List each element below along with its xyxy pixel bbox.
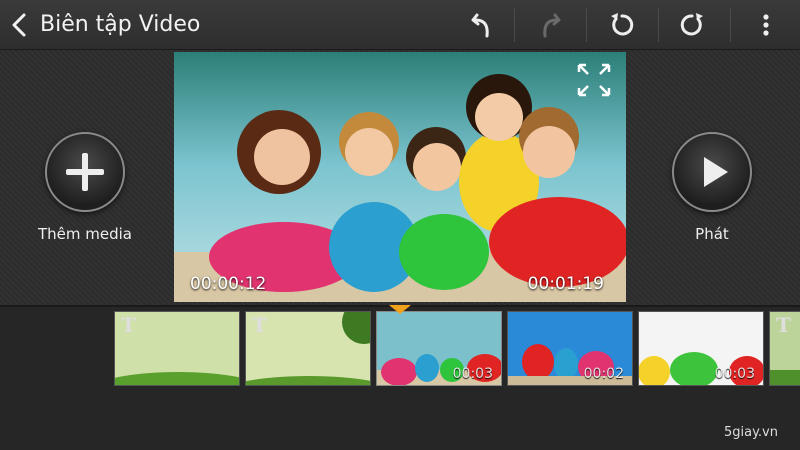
- undo-icon: [471, 13, 489, 38]
- add-media-label: Thêm media: [38, 225, 132, 243]
- add-media-button[interactable]: [45, 132, 125, 212]
- divider: [514, 8, 515, 42]
- rotate-right-button[interactable]: [672, 5, 712, 45]
- timeline-clip[interactable]: 00:02: [507, 311, 633, 386]
- fullscreen-icon: [577, 63, 611, 97]
- timeline-clip[interactable]: 00:03: [638, 311, 764, 386]
- redo-button[interactable]: [530, 5, 570, 45]
- timeline-clip[interactable]: T: [245, 311, 371, 386]
- playhead-marker[interactable]: [389, 305, 411, 314]
- divider: [730, 8, 731, 42]
- rotate-left-button[interactable]: [602, 5, 642, 45]
- rotate-right-icon: [680, 13, 703, 36]
- timeline-clip[interactable]: T: [769, 311, 800, 386]
- video-preview[interactable]: 00:00:12 00:01:19: [174, 52, 626, 302]
- divider: [658, 8, 659, 42]
- clip-duration: 00:02: [583, 366, 624, 382]
- clip-duration: 00:03: [452, 366, 493, 382]
- title-clip-icon: T: [252, 313, 267, 337]
- timeline-strip[interactable]: T T 00:03 00:02 00:03 T 5giay.vn: [0, 305, 800, 450]
- undo-button[interactable]: [462, 5, 502, 45]
- title-clip-icon: T: [776, 313, 791, 337]
- back-button[interactable]: [8, 10, 30, 40]
- plus-icon: [66, 153, 104, 191]
- clip-duration: 00:03: [714, 366, 755, 382]
- rotate-left-icon: [611, 13, 634, 36]
- more-vertical-icon: [763, 14, 769, 36]
- overflow-menu-button[interactable]: [746, 5, 786, 45]
- watermark: 5giay.vn: [723, 425, 778, 440]
- timeline-clip[interactable]: 00:03: [376, 311, 502, 386]
- redo-icon: [543, 13, 561, 38]
- play-label: Phát: [695, 225, 729, 243]
- fullscreen-button[interactable]: [576, 62, 612, 102]
- divider: [586, 8, 587, 42]
- play-icon: [704, 157, 728, 187]
- timeline-clip[interactable]: T: [114, 311, 240, 386]
- preview-image: [174, 52, 626, 302]
- total-time: 00:01:19: [527, 274, 604, 294]
- editor-area: Thêm media 00:00:12 00:01:19 Phát: [0, 50, 800, 305]
- page-title: Biên tập Video: [40, 12, 201, 37]
- action-bar: Biên tập Video: [0, 0, 800, 50]
- chevron-left-icon: [12, 13, 26, 37]
- current-time: 00:00:12: [190, 274, 267, 294]
- title-clip-icon: T: [121, 313, 136, 337]
- play-button[interactable]: [672, 132, 752, 212]
